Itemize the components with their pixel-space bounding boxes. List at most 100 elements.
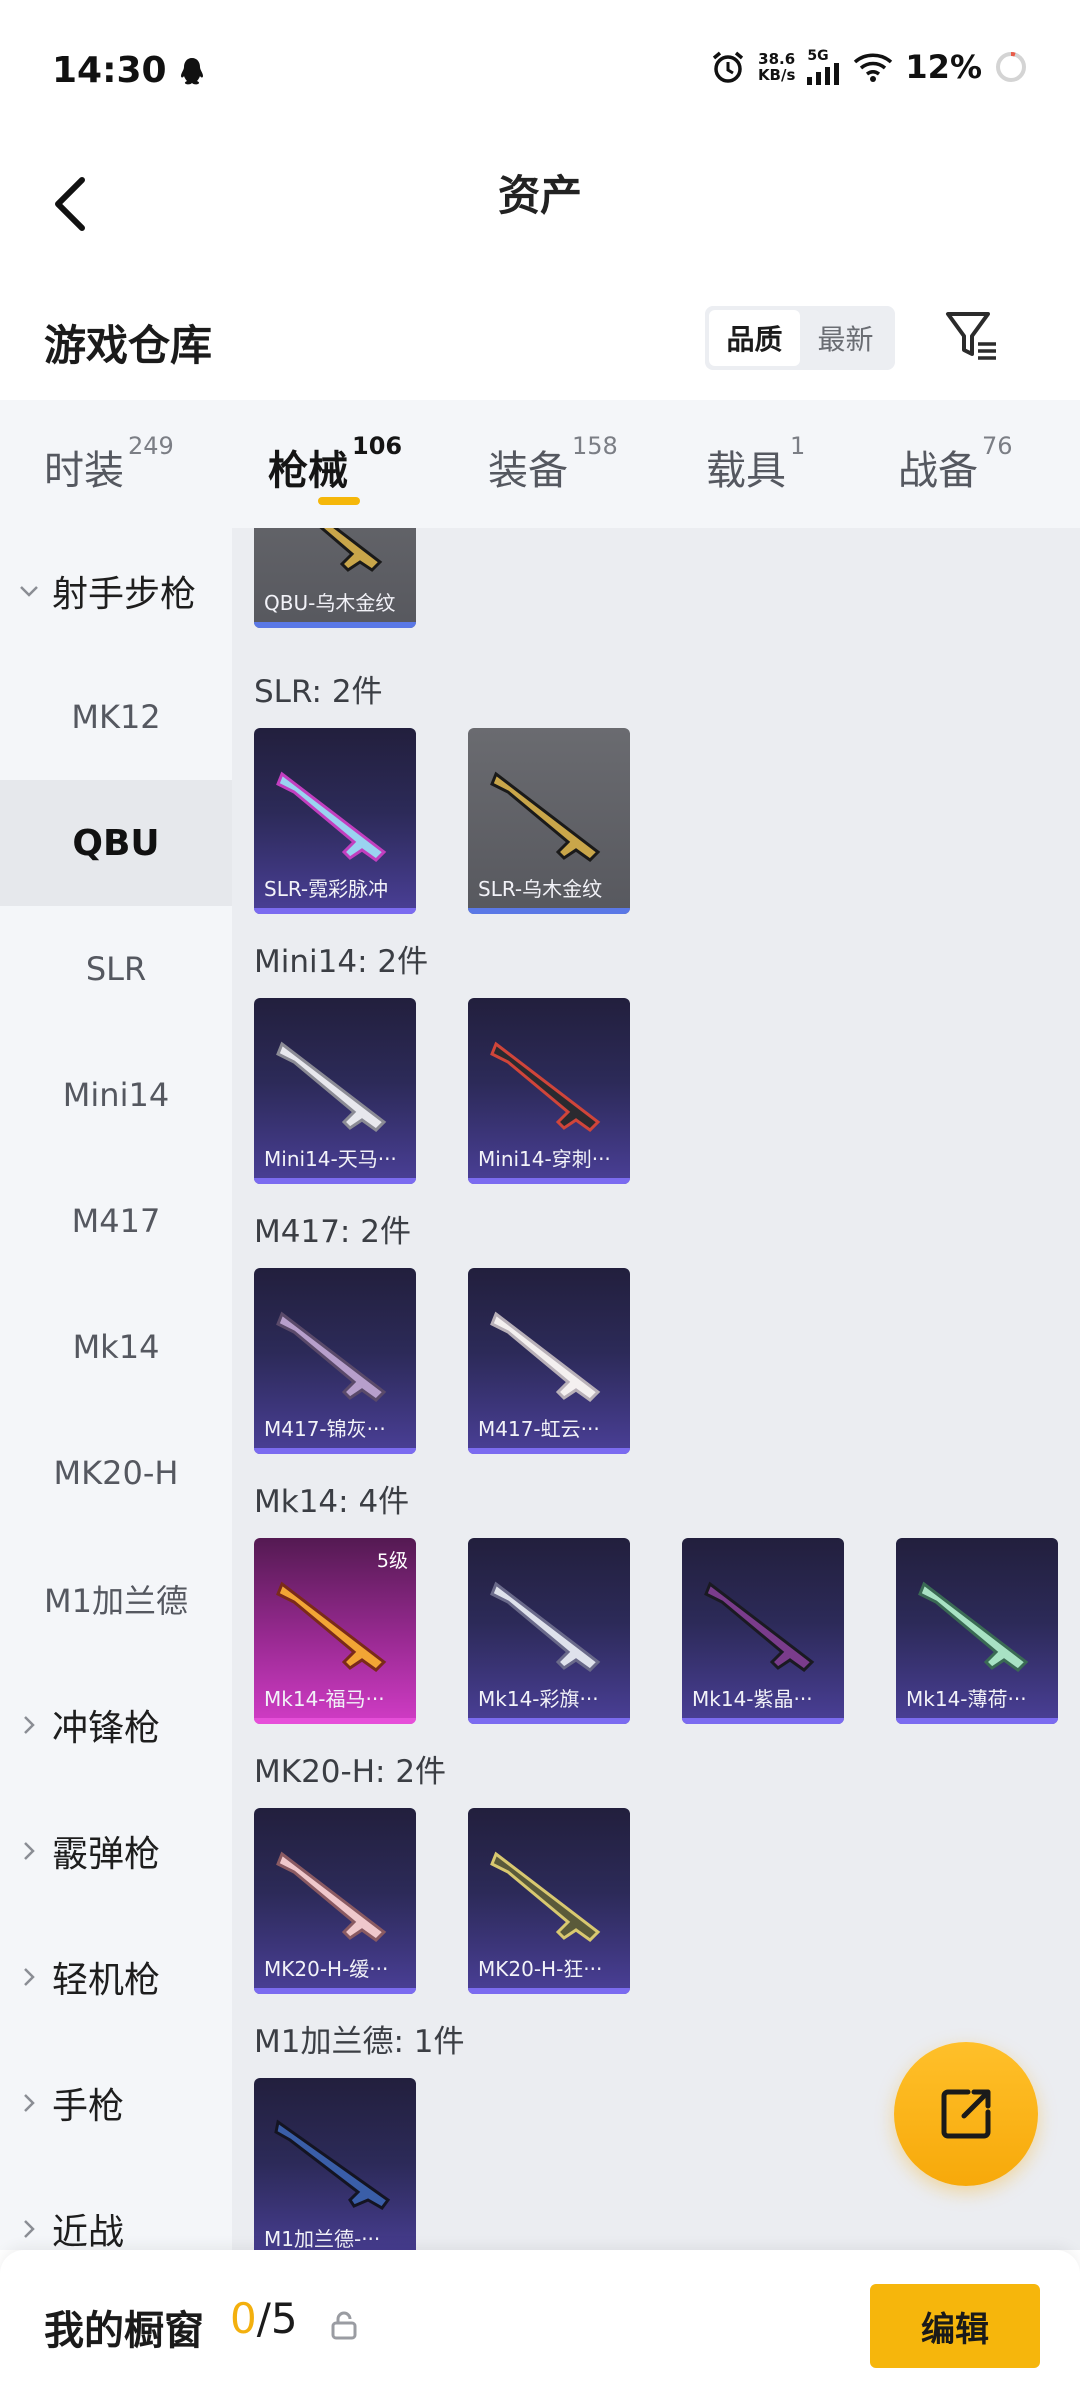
rarity-bar — [254, 908, 416, 914]
battery-icon — [996, 52, 1026, 82]
tab-count: 106 — [352, 432, 403, 460]
tab-equipment[interactable]: 装备158 — [488, 432, 618, 496]
sidebar-item-label: 手枪 — [52, 2086, 125, 2127]
app-header: 资产 — [0, 140, 1080, 270]
sort-option-quality[interactable]: 品质 — [709, 310, 800, 366]
skin-card[interactable]: MK20-H-狂··· — [468, 1808, 630, 1994]
rarity-bar — [682, 1718, 844, 1724]
tab-fashion[interactable]: 时装249 — [44, 432, 174, 496]
sidebar-item-mk12[interactable]: MK12 — [0, 654, 232, 780]
sidebar-item-mk20h[interactable]: MK20-H — [0, 1410, 232, 1536]
section-title: Mk14: 4件 — [254, 1484, 410, 1520]
skin-card[interactable]: Mini14-穿刺··· — [468, 998, 630, 1184]
wifi-icon — [854, 53, 893, 82]
sidebar-item-label: Mk14 — [72, 1328, 160, 1366]
showcase-count-current: 0 — [230, 2294, 257, 2343]
skin-card[interactable]: M417-虹云··· — [468, 1268, 630, 1454]
lock-icon — [331, 2311, 357, 2340]
skin-name: MK20-H-狂··· — [478, 1957, 603, 1981]
status-time-text: 14:30 — [52, 50, 167, 91]
tab-count: 1 — [790, 432, 806, 460]
filter-icon — [946, 312, 996, 360]
chevron-right-icon — [24, 1716, 35, 1734]
sidebar-group-melee[interactable]: 近战 — [0, 2166, 232, 2250]
edit-button[interactable]: 编辑 — [870, 2284, 1040, 2368]
sidebar-group-shotgun[interactable]: 霰弹枪 — [0, 1788, 232, 1914]
chevron-right-icon — [24, 1968, 35, 1986]
skin-card[interactable]: QBU-乌木金纹 — [254, 528, 416, 628]
category-tabs: 时装249 枪械106 装备158 载具1 战备76 — [0, 400, 1080, 528]
tab-weapons[interactable]: 枪械106 — [268, 432, 402, 496]
sidebar-group-marksman[interactable]: 射手步枪 — [0, 528, 232, 654]
showcase-bar: 我的橱窗 0/5 编辑 — [0, 2250, 1080, 2400]
tab-vehicles[interactable]: 载具1 — [706, 432, 805, 496]
tab-label: 时装 — [44, 448, 124, 494]
rifle-icon — [490, 1581, 601, 1672]
skin-card[interactable]: Mk14-薄荷··· — [896, 1538, 1058, 1724]
warehouse-header: 游戏仓库 品质 最新 — [0, 290, 1080, 400]
sort-option-newest[interactable]: 最新 — [800, 310, 891, 366]
rarity-bar — [468, 1988, 630, 1994]
skin-card[interactable]: SLR-霓彩脉冲 — [254, 728, 416, 914]
skin-name: Mini14-穿刺··· — [478, 1147, 611, 1171]
sidebar-item-slr[interactable]: SLR — [0, 906, 232, 1032]
sidebar-item-label: MK12 — [71, 698, 161, 736]
rifle-icon — [274, 2119, 391, 2210]
section-title: M417: 2件 — [254, 1214, 411, 1250]
sidebar-item-label: M417 — [71, 1202, 161, 1240]
rarity-bar — [896, 1718, 1058, 1724]
tab-count: 158 — [572, 432, 618, 460]
skin-card[interactable]: Mini14-天马··· — [254, 998, 416, 1184]
sidebar-item-label: 轻机枪 — [52, 1960, 161, 2001]
skin-name: Mini14-天马··· — [264, 1147, 397, 1171]
skin-name: QBU-乌木金纹 — [264, 591, 396, 615]
rarity-bar — [468, 908, 630, 914]
section-title: M1加兰德: 1件 — [254, 2024, 465, 2060]
showcase-count-total: /5 — [256, 2294, 298, 2343]
sidebar-item-m417[interactable]: M417 — [0, 1158, 232, 1284]
skin-name: M417-锦灰··· — [264, 1417, 386, 1441]
rarity-bar — [468, 1718, 630, 1724]
filter-button[interactable] — [940, 304, 1004, 368]
sidebar-item-mini14[interactable]: Mini14 — [0, 1032, 232, 1158]
rifle-icon — [319, 528, 383, 572]
rarity-bar — [254, 1718, 416, 1724]
weapon-type-sidebar: 射手步枪 MK12 QBU SLR Mini14 M417 Mk14 MK20-… — [0, 528, 232, 2250]
active-tab-indicator — [318, 497, 360, 505]
sidebar-group-lmg[interactable]: 轻机枪 — [0, 1914, 232, 2040]
sidebar-group-smg[interactable]: 冲锋枪 — [0, 1662, 232, 1788]
section-title: SLR: 2件 — [254, 674, 383, 710]
rifle-icon — [490, 771, 601, 862]
skin-card[interactable]: MK20-H-缓··· — [254, 1808, 416, 1994]
chevron-right-icon — [24, 1842, 35, 1860]
rarity-bar — [468, 1178, 630, 1184]
chevron-down-icon — [20, 586, 38, 597]
signal-label: 5G — [807, 48, 829, 64]
share-button[interactable] — [894, 2042, 1038, 2186]
sidebar-item-label: 冲锋枪 — [52, 1708, 161, 1749]
sidebar-item-mk14[interactable]: Mk14 — [0, 1284, 232, 1410]
sidebar-group-pistol[interactable]: 手枪 — [0, 2040, 232, 2166]
skin-card[interactable]: SLR-乌木金纹 — [468, 728, 630, 914]
skin-card[interactable]: 5级 Mk14-福马··· — [254, 1538, 416, 1724]
signal-group: 5G — [807, 49, 841, 85]
rarity-bar — [254, 622, 416, 628]
net-speed-unit: KB/s — [757, 66, 796, 84]
sidebar-item-qbu[interactable]: QBU — [0, 780, 232, 906]
sidebar-item-label: Mini14 — [62, 1076, 170, 1114]
rifle-icon — [490, 1311, 601, 1402]
skin-card[interactable]: Mk14-彩旗··· — [468, 1538, 630, 1724]
skin-card[interactable]: M417-锦灰··· — [254, 1268, 416, 1454]
tab-label: 战备 — [898, 448, 978, 494]
sidebar-item-m1garand[interactable]: M1加兰德 — [0, 1536, 232, 1662]
skin-card[interactable]: Mk14-紫晶··· — [682, 1538, 844, 1724]
skin-card[interactable]: M1加兰德-··· — [254, 2078, 416, 2250]
signal-icon — [807, 63, 840, 85]
skin-name: SLR-霓彩脉冲 — [264, 877, 389, 901]
sidebar-item-label: M1加兰德 — [44, 1582, 188, 1620]
rarity-bar — [254, 1178, 416, 1184]
tab-combat-gear[interactable]: 战备76 — [898, 432, 1013, 496]
rarity-bar — [468, 1448, 630, 1454]
section-title: MK20-H: 2件 — [254, 1754, 447, 1790]
rifle-icon — [276, 1851, 387, 1942]
